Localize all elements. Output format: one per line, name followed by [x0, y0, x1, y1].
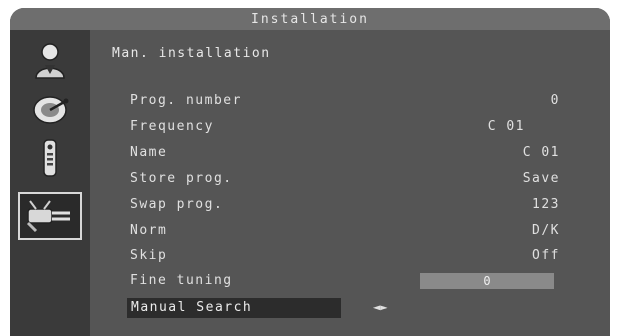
- menu-item-label: Swap prog.: [130, 197, 224, 212]
- menu-item-frequency[interactable]: Frequency C 01: [130, 116, 560, 138]
- menu-item-label: Norm: [130, 223, 168, 238]
- satellite-dish-icon[interactable]: [30, 90, 70, 130]
- menu-item-value: C 01: [487, 119, 525, 134]
- menu-item-label: Fine tuning: [130, 273, 233, 288]
- menu-item-manual-search[interactable]: Manual Search: [127, 298, 341, 318]
- person-icon[interactable]: [30, 40, 70, 80]
- installation-panel: Man. installation Prog. number 0 Frequen…: [90, 30, 610, 336]
- tv-osd-window: Installation Man. installation Prog. num…: [10, 8, 610, 336]
- menu-item-skip[interactable]: Skip Off: [130, 245, 560, 267]
- menu-item-label: Prog. number: [130, 93, 242, 108]
- menu-item-value: 123: [532, 197, 560, 212]
- menu-heading: Man. installation: [112, 46, 271, 61]
- fine-tuning-value: 0: [483, 274, 491, 288]
- menu-item-label: Store prog.: [130, 171, 233, 186]
- sidebar: [10, 30, 90, 336]
- fine-tuning-slider[interactable]: 0: [420, 273, 554, 289]
- menu-item-prog-number[interactable]: Prog. number 0: [130, 90, 560, 112]
- menu-item-value: D/K: [532, 223, 560, 238]
- title-bar: Installation: [10, 8, 610, 30]
- menu-item-swap-prog[interactable]: Swap prog. 123: [130, 194, 560, 216]
- menu-item-norm[interactable]: Norm D/K: [130, 220, 560, 242]
- menu-item-value: Save: [522, 171, 560, 186]
- menu-item-label: Manual Search: [131, 300, 253, 315]
- menu-item-label: Skip: [130, 248, 168, 263]
- menu-item-value: Off: [532, 248, 560, 263]
- left-right-arrows-icon[interactable]: ◄►: [373, 300, 387, 314]
- menu-item-value: C 01: [522, 145, 560, 160]
- menu-item-name[interactable]: Name C 01: [130, 142, 560, 164]
- remote-control-icon[interactable]: [30, 138, 70, 178]
- menu-item-value: 0: [550, 93, 560, 108]
- menu-item-label: Name: [130, 145, 168, 160]
- menu-item-label: Frequency: [130, 119, 214, 134]
- menu-item-store-prog[interactable]: Store prog. Save: [130, 168, 560, 190]
- window-title: Installation: [251, 11, 369, 27]
- antenna-plug-icon[interactable]: [18, 192, 82, 240]
